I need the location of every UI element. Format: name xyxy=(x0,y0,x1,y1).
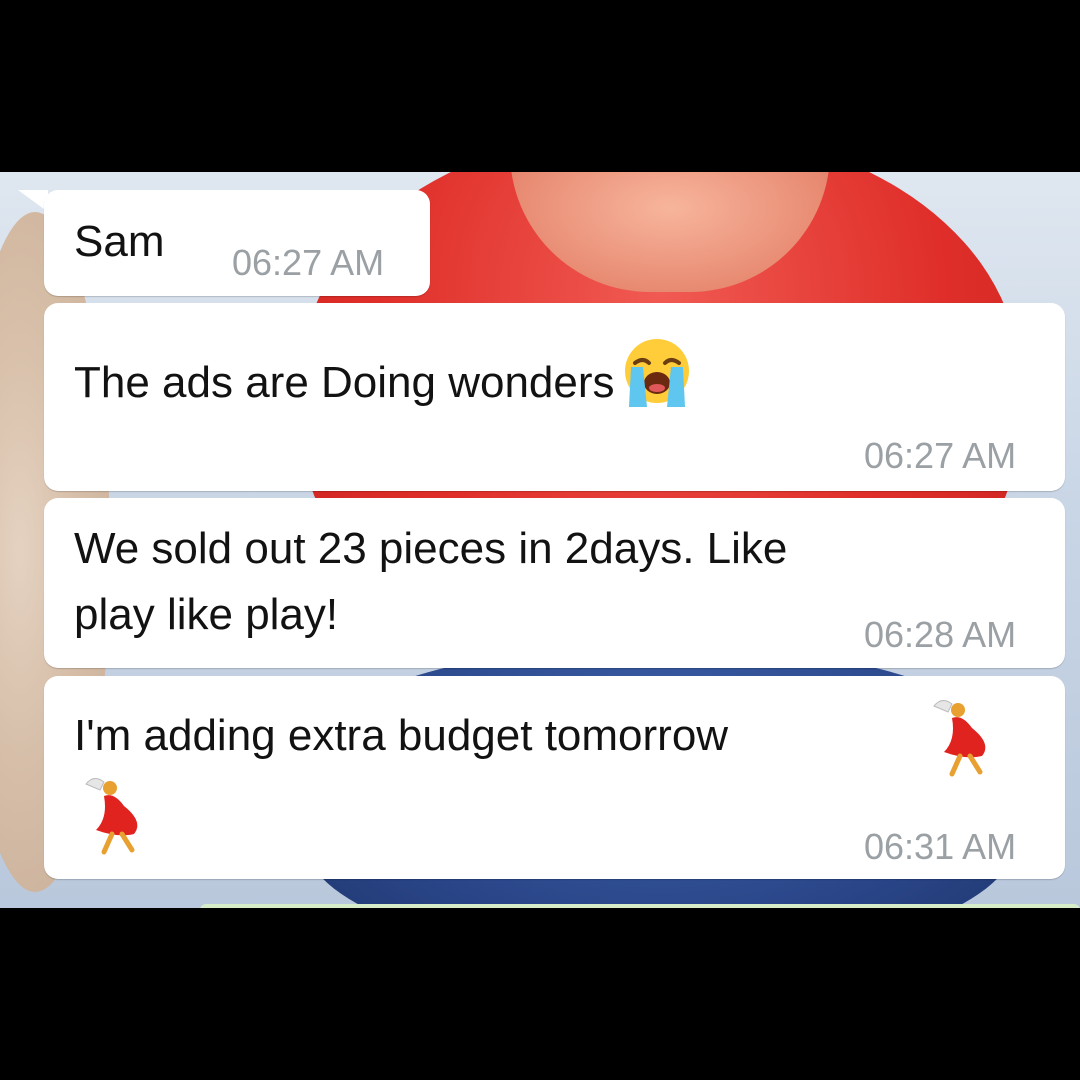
message-bubble[interactable]: The ads are Doing wonders 06:27 AM xyxy=(44,303,1065,491)
message-text: I'm adding extra budget tomorrow xyxy=(74,706,728,766)
message-timestamp: 06:31 AM xyxy=(864,826,1017,867)
message-text: The ads are Doing wonders xyxy=(74,333,697,413)
message-text-line-2: play like play! xyxy=(74,590,339,639)
woman-dancing-icon xyxy=(85,778,138,855)
message-text-line-1: We sold out 23 pieces in 2days. Like xyxy=(74,524,788,573)
loudly-crying-face-icon xyxy=(624,339,689,407)
letterbox-top xyxy=(0,0,1080,172)
message-bubble[interactable]: Sam 06:27 AM xyxy=(44,190,430,296)
message-text: Sam xyxy=(74,217,165,266)
message-bubble[interactable]: I'm adding extra budget tomorrow 06:31 A… xyxy=(44,676,1065,879)
message-timestamp: 06:27 AM xyxy=(864,435,1017,476)
message-text-content: The ads are Doing wonders xyxy=(74,358,615,407)
woman-dancing-icon xyxy=(933,700,986,777)
letterbox-bottom xyxy=(0,908,1080,1080)
message-bubble[interactable]: We sold out 23 pieces in 2days. Like pla… xyxy=(44,498,1065,668)
message-timestamp: 06:28 AM xyxy=(864,614,1017,655)
message-text-content: I'm adding extra budget tomorrow xyxy=(74,711,729,760)
message-timestamp: 06:27 AM xyxy=(232,242,385,283)
